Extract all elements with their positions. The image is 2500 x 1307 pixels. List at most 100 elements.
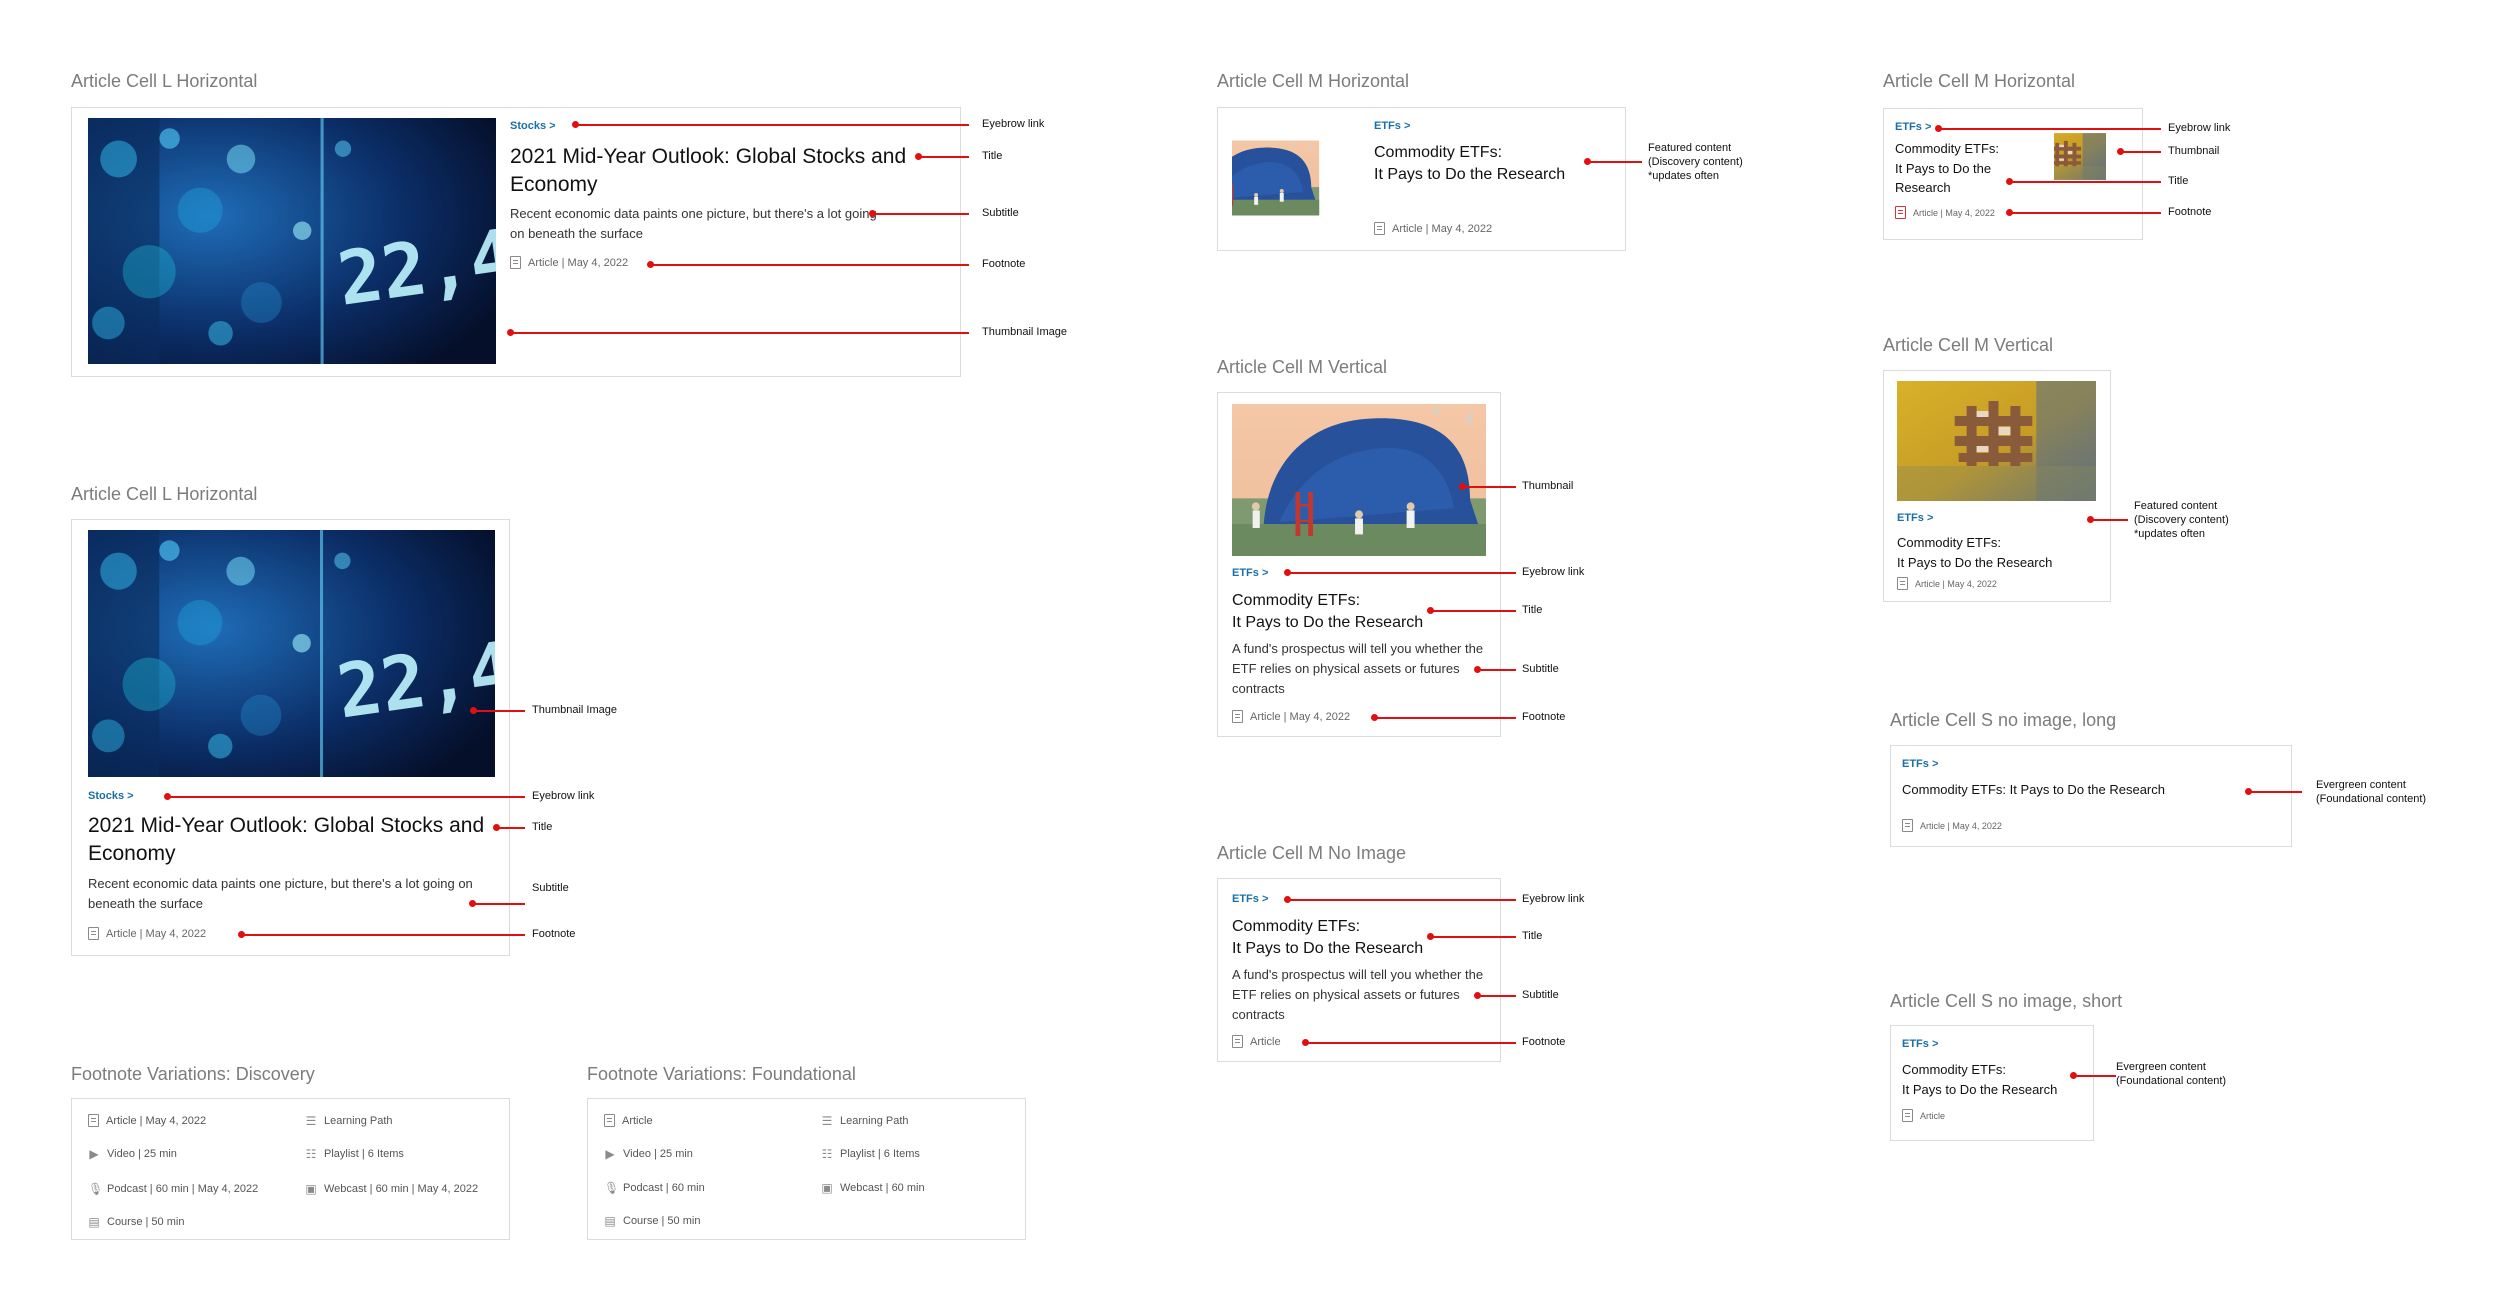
footnote-text: Article <box>1920 1110 1946 1121</box>
annotation-line <box>238 931 525 937</box>
annotation-text: Featured content <box>1648 142 1732 154</box>
footnote-text: Learning Path <box>324 1115 393 1127</box>
eyebrow-link[interactable]: ETFs > <box>1232 893 1268 905</box>
footnote-text: Article | May 4, 2022 <box>1915 578 1997 589</box>
article-footnote: Article <box>1902 1109 1945 1122</box>
article-icon <box>1897 577 1908 590</box>
article-title[interactable]: Commodity ETFs: It Pays to Do the Researc… <box>1232 590 1423 633</box>
article-cell-l-horizontal[interactable]: Stocks > 2021 Mid-Year Outlook: Global S… <box>71 107 961 377</box>
title-line: It Pays to Do the Research <box>1232 939 1424 957</box>
article-cell-m-no-image[interactable]: ETFs > Commodity ETFs: It Pays to Do the … <box>1217 878 1501 1062</box>
footnote-text: Video | 25 min <box>107 1148 177 1160</box>
article-cell-s-long[interactable]: ETFs > Commodity ETFs: It Pays to Do the… <box>1890 745 2292 847</box>
annotation-subtitle: Subtitle <box>532 882 569 894</box>
title-line: It Pays to Do the Research <box>1897 554 2053 570</box>
article-footnote: Article | May 4, 2022 <box>1374 222 1492 235</box>
title-line: It Pays to Do the Research <box>1232 613 1424 631</box>
footnote-webcast: ▣ Webcast | 60 min <box>821 1181 925 1195</box>
thumbnail[interactable] <box>1897 381 2096 501</box>
eyebrow-link[interactable]: ETFs > <box>1895 121 1931 133</box>
course-icon: ▤ <box>88 1215 100 1229</box>
play-icon: ▶ <box>89 1147 99 1161</box>
thumbnail-image[interactable] <box>88 118 496 364</box>
eyebrow-link[interactable]: ETFs > <box>1374 120 1410 132</box>
footnote-text: Podcast | 60 min <box>623 1182 705 1194</box>
annotation-featured-2: Featured content (Discovery content) *upda… <box>2134 500 2229 541</box>
microphone-icon: 🎙 <box>604 1181 620 1195</box>
playlist-icon: ☷ <box>821 1147 833 1161</box>
eyebrow-link[interactable]: Stocks > <box>510 120 556 132</box>
annotation-text: (Foundational content) <box>2116 1074 2227 1087</box>
footnote-webcast: ▣ Webcast | 60 min | May 4, 2022 <box>305 1182 478 1196</box>
title-line: Commodity ETFs: <box>1897 535 2002 550</box>
annotation-text: *updates often <box>2134 527 2205 540</box>
annotation-line <box>1459 483 1516 489</box>
title-line: Commodity ETFs: <box>1232 918 1361 935</box>
section-title-l-horizontal: Article Cell L Horizontal <box>71 71 258 91</box>
annotation-subtitle: Subtitle <box>1522 989 1559 1001</box>
annotation-line <box>164 793 525 799</box>
footnote-text: Podcast | 60 min | May 4, 2022 <box>107 1183 259 1195</box>
title-line: It Pays to Do the Research <box>1374 165 1566 183</box>
eyebrow-link[interactable]: ETFs > <box>1902 758 1938 770</box>
article-title[interactable]: Commodity ETFs: It Pays to Do the Researc… <box>1232 916 1423 959</box>
learning-path-icon: ☰ <box>821 1114 833 1128</box>
article-title[interactable]: 2021 Mid-Year Outlook: Global Stocks and… <box>88 812 498 869</box>
annotation-thumbnail-image: Thumbnail Image <box>982 326 1067 338</box>
eyebrow-link[interactable]: ETFs > <box>1232 567 1268 579</box>
annotation-evergreen-2: Evergreen content (Foundational content) <box>2116 1061 2226 1089</box>
article-title[interactable]: Commodity ETFs: It Pays to Do the Research <box>1895 139 1999 198</box>
article-title[interactable]: Commodity ETFs: It Pays to Do the Researc… <box>1897 533 2052 572</box>
article-cell-m-vertical-2[interactable]: ETFs > Commodity ETFs: It Pays to Do the … <box>1883 370 2111 602</box>
footnote-variations-foundational: Article ☰ Learning Path ▶ Video | 25 min ☷… <box>587 1098 1026 1240</box>
eyebrow-link[interactable]: Stocks > <box>88 790 134 802</box>
article-cell-m-horizontal[interactable]: ETFs > Commodity ETFs: It Pays to Do the … <box>1217 107 1626 251</box>
article-icon <box>510 256 521 269</box>
article-icon <box>1232 1035 1243 1048</box>
eyebrow-link[interactable]: ETFs > <box>1897 512 1933 524</box>
annotation-subtitle: Subtitle <box>982 207 1019 219</box>
footnote-course: ▤ Course | 50 min <box>88 1215 184 1229</box>
article-cell-l-vertical[interactable]: Stocks > 2021 Mid-Year Outlook: Global S… <box>71 519 510 956</box>
annotation-thumbnail: Thumbnail <box>1522 480 1574 492</box>
annotation-line <box>1474 992 1516 998</box>
footnote-variations-discovery: Article | May 4, 2022 ☰ Learning Path ▶ Vi… <box>71 1098 510 1240</box>
thumbnail[interactable] <box>1232 118 1356 238</box>
annotation-eyebrow: Eyebrow link <box>982 118 1045 130</box>
footnote-text: Video | 25 min <box>623 1148 693 1160</box>
footnote-learning-path: ☰ Learning Path <box>305 1114 393 1128</box>
article-title[interactable]: Commodity ETFs: It Pays to Do the Resear… <box>1902 781 2165 799</box>
annotation-text: (Foundational content) <box>2316 792 2427 805</box>
annotation-line <box>1427 607 1516 613</box>
annotation-line <box>2070 1072 2116 1078</box>
article-title[interactable]: 2021 Mid-Year Outlook: Global Stocks and… <box>510 143 940 200</box>
annotation-line <box>1284 569 1516 575</box>
annotation-footnote: Footnote <box>2168 206 2212 218</box>
article-cell-m-vertical[interactable]: ETFs > Commodity ETFs: It Pays to Do the … <box>1217 392 1501 737</box>
title-line: Research <box>1895 180 1951 195</box>
annotation-thumbnail: Thumbnail <box>2168 145 2220 157</box>
annotation-line <box>2087 516 2128 522</box>
annotation-line <box>1302 1039 1516 1045</box>
annotation-title: Title <box>532 821 553 833</box>
annotation-line <box>493 824 525 830</box>
footnote-text: Article | May 4, 2022 <box>106 927 207 940</box>
article-cell-s-short[interactable]: ETFs > Commodity ETFs: It Pays to Do the … <box>1890 1025 2094 1141</box>
thumbnail-image[interactable] <box>88 530 495 777</box>
footnote-text: Article | May 4, 2022 <box>528 256 629 269</box>
annotation-line <box>572 121 969 127</box>
footnote-text: Webcast | 60 min <box>840 1182 925 1194</box>
annotation-title: Title <box>2168 175 2189 187</box>
annotation-text: (Discovery content) <box>1648 155 1743 168</box>
thumbnail[interactable] <box>1232 404 1486 556</box>
eyebrow-link[interactable]: ETFs > <box>1902 1038 1938 1050</box>
annotation-eyebrow: Eyebrow link <box>1522 566 1585 578</box>
annotation-text: (Discovery content) <box>2134 513 2229 526</box>
thumbnail[interactable] <box>2054 118 2132 195</box>
article-title[interactable]: Commodity ETFs: It Pays to Do the Researc… <box>1374 142 1565 185</box>
footnote-course: ▤ Course | 50 min <box>604 1214 700 1228</box>
article-subtitle: Recent economic data paints one picture,… <box>510 206 877 242</box>
annotation-title: Title <box>982 150 1003 162</box>
article-title[interactable]: Commodity ETFs: It Pays to Do the Researc… <box>1902 1060 2057 1099</box>
footnote-podcast: 🎙 Podcast | 60 min <box>604 1181 705 1195</box>
